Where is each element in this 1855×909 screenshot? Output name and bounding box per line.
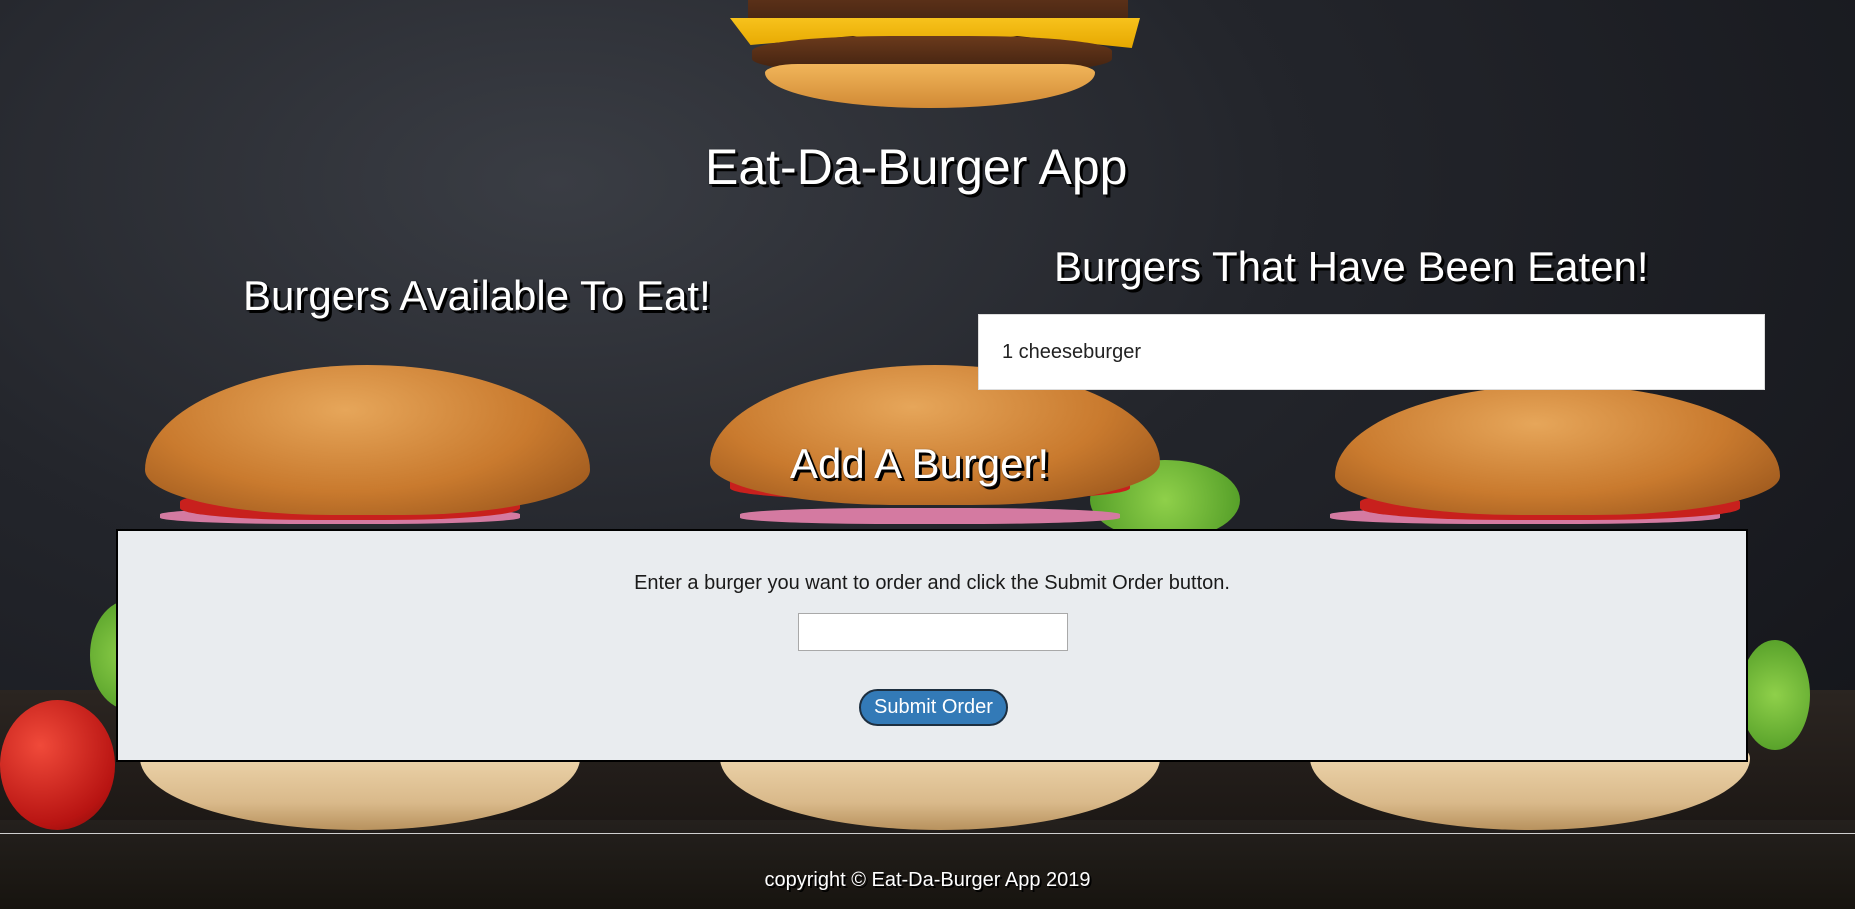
burger-logo-icon [730, 0, 1140, 110]
bun-bottom [765, 64, 1095, 108]
eaten-burgers-heading: Burgers That Have Been Eaten! [1054, 243, 1649, 290]
burger-name-input[interactable] [798, 613, 1068, 651]
available-burgers-heading: Burgers Available To Eat! [243, 272, 711, 319]
order-form-panel: Enter a burger you want to order and cli… [116, 529, 1748, 762]
onion [740, 508, 1120, 524]
footer-divider [0, 833, 1855, 834]
bun-top [1335, 385, 1780, 515]
order-instructions: Enter a burger you want to order and cli… [634, 572, 1230, 594]
bun-top [145, 365, 590, 515]
eaten-burger-item: 1 cheeseburger [978, 314, 1765, 390]
lettuce [1740, 640, 1810, 750]
page-title: Eat-Da-Burger App [705, 139, 1128, 195]
copyright-text: copyright © Eat-Da-Burger App 2019 [764, 869, 1091, 891]
tomato-ball [0, 700, 115, 830]
eaten-burgers-list: 1 cheeseburger [978, 314, 1765, 390]
submit-order-button[interactable]: Submit Order [859, 689, 1008, 726]
add-burger-heading: Add A Burger! [790, 440, 1050, 487]
